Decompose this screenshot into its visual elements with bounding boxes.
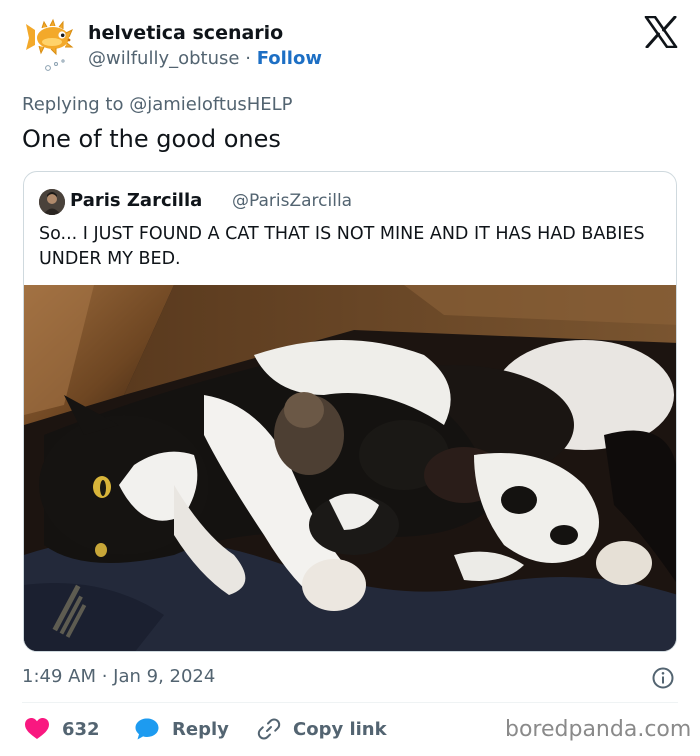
copy-link-label: Copy link: [293, 718, 387, 740]
heart-icon: [25, 718, 49, 739]
like-count: 632: [62, 718, 100, 740]
timestamp[interactable]: 1:49 AM · Jan 9, 2024: [22, 666, 215, 687]
speech-bubble-icon: [135, 718, 159, 740]
quoted-handle[interactable]: @ParisZarcilla: [232, 191, 352, 211]
cat-photo[interactable]: [24, 285, 677, 652]
link-icon: [257, 718, 281, 740]
pufferfish-icon[interactable]: [22, 16, 84, 78]
separator-dot: ·: [245, 48, 251, 69]
info-icon[interactable]: [651, 666, 675, 690]
replying-prefix: Replying to: [22, 94, 124, 115]
copy-link-button[interactable]: Copy link: [257, 716, 387, 742]
quoted-tweet[interactable]: Paris Zarcilla @ParisZarcilla So... I JU…: [23, 171, 677, 652]
quoted-text: So... I JUST FOUND A CAT THAT IS NOT MIN…: [39, 224, 645, 269]
quoted-avatar[interactable]: [39, 189, 65, 215]
reply-label: Reply: [172, 718, 229, 740]
like-button[interactable]: 632: [24, 716, 100, 742]
divider: [22, 702, 678, 703]
quoted-display-name[interactable]: Paris Zarcilla: [70, 190, 202, 211]
reply-to-handle[interactable]: @jamieloftusHELP: [129, 94, 292, 115]
replying-to: Replying to @jamieloftusHELP: [22, 94, 293, 115]
tweet-text: One of the good ones: [22, 125, 281, 153]
tweet-header: helvetica scenario @wilfully_obtuse · Fo…: [0, 0, 700, 86]
watermark: boredpanda.com: [505, 717, 692, 742]
handle-row: @wilfully_obtuse · Follow: [88, 48, 322, 69]
follow-button[interactable]: Follow: [257, 48, 322, 69]
reply-button[interactable]: Reply: [134, 716, 229, 742]
x-logo-icon[interactable]: [644, 16, 678, 48]
user-handle[interactable]: @wilfully_obtuse: [88, 48, 239, 69]
display-name[interactable]: helvetica scenario: [88, 22, 283, 44]
